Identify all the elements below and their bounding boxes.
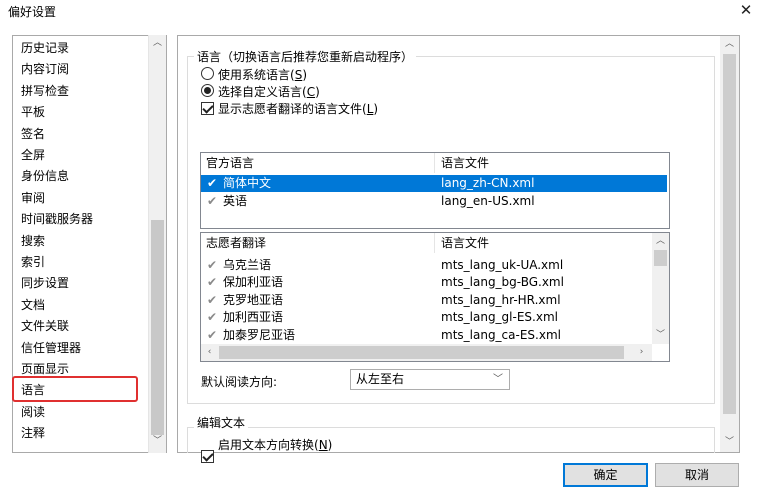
language-name: 乌克兰语 bbox=[223, 258, 272, 272]
language-name: 简体中文 bbox=[223, 176, 272, 190]
category-item[interactable]: 页面显示 bbox=[21, 359, 69, 380]
volunteer-language-row[interactable]: ✔ 保加利亚语 mts_lang_bg-BG.xml bbox=[201, 274, 651, 291]
volunteer-language-row[interactable]: ✔ 加泰罗尼亚语 mts_lang_ca-ES.xml bbox=[201, 327, 651, 344]
ok-button[interactable]: 确定 bbox=[563, 463, 648, 487]
scroll-thumb[interactable] bbox=[654, 250, 667, 266]
volunteer-language-row[interactable]: ✔ 加利西亚语 mts_lang_gl-ES.xml bbox=[201, 309, 651, 326]
show-volunteer-translations-label[interactable]: 显示志愿者翻译的语言文件(L) bbox=[218, 100, 378, 117]
column-separator bbox=[434, 153, 435, 173]
reading-direction-select[interactable]: 从左至右 ﹀ bbox=[350, 369, 510, 390]
show-volunteer-translations-checkbox[interactable] bbox=[201, 102, 214, 115]
volunteer-horizontal-scrollbar[interactable]: ‹ › bbox=[201, 344, 652, 361]
scroll-right-icon[interactable]: › bbox=[633, 344, 650, 361]
column-separator bbox=[434, 233, 435, 253]
radio-icon[interactable] bbox=[201, 67, 214, 80]
category-item[interactable]: 注释 bbox=[21, 423, 45, 444]
category-item[interactable]: 平板 bbox=[21, 102, 45, 123]
scroll-thumb[interactable] bbox=[151, 220, 164, 435]
official-language-list: 官方语言 语言文件 ✔ 简体中文 lang_zh-CN.xml ✔ 英语 lang_en-… bbox=[200, 152, 670, 229]
volunteer-vertical-scrollbar[interactable]: ︿ ﹀ bbox=[652, 233, 669, 344]
check-mark-icon: ✔ bbox=[207, 310, 218, 325]
category-item[interactable]: 阅读 bbox=[21, 402, 45, 423]
check-mark-icon: ✔ bbox=[207, 258, 218, 272]
scroll-down-icon[interactable]: ﹀ bbox=[721, 434, 738, 451]
settings-scrollbar[interactable]: ︿ ﹀ bbox=[720, 36, 739, 452]
scroll-up-icon[interactable]: ︿ bbox=[149, 35, 166, 52]
category-item[interactable]: 身份信息 bbox=[21, 166, 69, 187]
enable-text-direction-label[interactable]: 启用文本方向转换(N) bbox=[218, 436, 332, 453]
window-title: 偏好设置 bbox=[8, 5, 57, 19]
language-name: 克罗地亚语 bbox=[223, 292, 284, 307]
official-language-row[interactable]: ✔ 英语 lang_en-US.xml bbox=[201, 193, 667, 210]
language-file: lang_zh-CN.xml bbox=[441, 176, 535, 190]
category-item[interactable]: 语言 bbox=[21, 380, 45, 401]
language-file: mts_lang_bg-BG.xml bbox=[441, 275, 564, 290]
category-item[interactable]: 内容订阅 bbox=[21, 59, 69, 80]
official-language-row[interactable]: ✔ 简体中文 lang_zh-CN.xml bbox=[201, 175, 667, 192]
scroll-left-icon[interactable]: ‹ bbox=[201, 344, 218, 361]
language-file: mts_lang_gl-ES.xml bbox=[441, 310, 558, 325]
scroll-down-icon[interactable]: ﹀ bbox=[149, 433, 166, 450]
category-item[interactable]: 索引 bbox=[21, 252, 45, 273]
category-item[interactable]: 签名 bbox=[21, 124, 45, 145]
close-icon[interactable]: ✕ bbox=[737, 1, 755, 19]
radio-selected-icon[interactable] bbox=[201, 84, 214, 97]
language-file: mts_lang_ca-ES.xml bbox=[441, 327, 561, 342]
column-header-file[interactable]: 语言文件 bbox=[436, 153, 666, 173]
category-item[interactable]: 时间戳服务器 bbox=[21, 209, 93, 230]
enable-text-direction-checkbox[interactable] bbox=[201, 450, 214, 463]
reading-direction-label: 默认阅读方向: bbox=[201, 375, 278, 389]
scroll-thumb[interactable] bbox=[219, 346, 624, 359]
column-header-file[interactable]: 语言文件 bbox=[436, 233, 651, 253]
reading-direction-value: 从左至右 bbox=[356, 372, 405, 386]
volunteer-language-row[interactable]: ✔ 克罗地亚语 mts_lang_hr-HR.xml bbox=[201, 292, 651, 309]
use-custom-language-radio[interactable] bbox=[201, 84, 214, 100]
category-item[interactable]: 信任管理器 bbox=[21, 338, 81, 359]
check-mark-icon: ✔ bbox=[207, 327, 218, 342]
category-item[interactable]: 审阅 bbox=[21, 188, 45, 209]
check-mark-icon: ✔ bbox=[207, 292, 218, 307]
use-custom-language-label[interactable]: 选择自定义语言(C) bbox=[218, 83, 320, 100]
category-item[interactable]: 文档 bbox=[21, 295, 45, 316]
category-list: 历史记录 内容订阅 拼写检查 平板 签名 全屏 身份信息 审阅 时间戳服务器 搜索 索引 同步设置 文档… bbox=[12, 35, 167, 453]
category-scrollbar[interactable]: ︿ ﹀ bbox=[148, 35, 166, 453]
category-item[interactable]: 同步设置 bbox=[21, 273, 69, 294]
check-mark-icon: ✔ bbox=[207, 194, 218, 208]
cancel-button[interactable]: 取消 bbox=[655, 463, 739, 487]
language-name: 加泰罗尼亚语 bbox=[223, 327, 296, 342]
language-name: 英语 bbox=[223, 194, 248, 208]
use-system-language-label[interactable]: 使用系统语言(S) bbox=[218, 66, 307, 83]
scroll-thumb[interactable] bbox=[723, 54, 736, 414]
category-item[interactable]: 历史记录 bbox=[21, 38, 69, 59]
language-file: mts_lang_hr-HR.xml bbox=[441, 292, 561, 307]
category-item[interactable]: 拼写检查 bbox=[21, 81, 69, 102]
chevron-down-icon: ﹀ bbox=[493, 374, 503, 385]
language-name: 保加利亚语 bbox=[223, 275, 284, 290]
language-file: lang_en-US.xml bbox=[441, 194, 535, 208]
scroll-up-icon[interactable]: ︿ bbox=[721, 36, 738, 53]
category-item[interactable]: 搜索 bbox=[21, 231, 45, 252]
edit-text-group-title: 编辑文本 bbox=[194, 414, 249, 431]
column-header-language[interactable]: 官方语言 bbox=[201, 153, 433, 173]
category-item[interactable]: 全屏 bbox=[21, 145, 45, 166]
check-mark-icon: ✔ bbox=[207, 176, 218, 190]
volunteer-language-list: 志愿者翻译 语言文件 ✔ 乌克兰语 mts_lang_uk-UA.xml ✔ 保加利亚语… bbox=[200, 232, 670, 362]
language-name: 加利西亚语 bbox=[223, 310, 284, 325]
language-group-title: 语言（切换语言后推荐您重新启动程序） bbox=[194, 48, 417, 65]
scroll-up-icon[interactable]: ︿ bbox=[652, 233, 669, 250]
check-mark-icon: ✔ bbox=[207, 275, 218, 290]
column-header-volunteer[interactable]: 志愿者翻译 bbox=[201, 233, 433, 253]
scroll-down-icon[interactable]: ﹀ bbox=[652, 327, 669, 344]
language-file: mts_lang_uk-UA.xml bbox=[441, 258, 564, 272]
category-item[interactable]: 文件关联 bbox=[21, 316, 69, 337]
volunteer-language-row[interactable]: ✔ 乌克兰语 mts_lang_uk-UA.xml bbox=[201, 257, 651, 274]
use-system-language-radio[interactable] bbox=[201, 67, 214, 83]
